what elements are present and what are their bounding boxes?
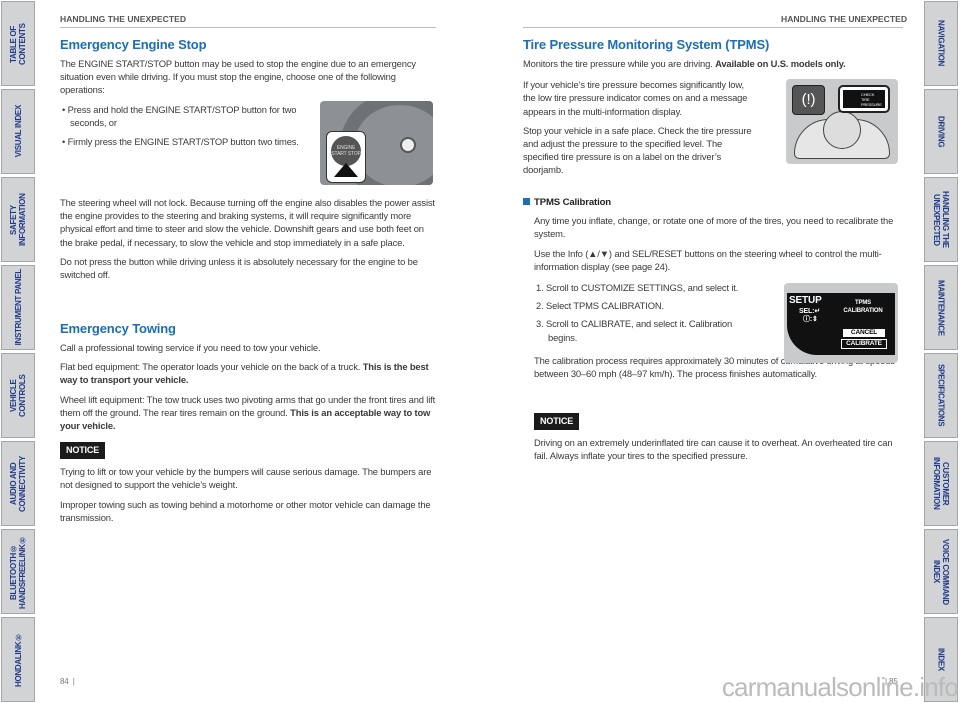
tab-specifications[interactable]: SPECIFICATIONS — [924, 353, 958, 438]
tab-label: CUSTOMER INFORMATION — [932, 457, 950, 510]
tab-maintenance[interactable]: MAINTENANCE — [924, 265, 958, 350]
page-header: HANDLING THE UNEXPECTED — [60, 14, 187, 24]
paragraph: Any time you inflate, change, or rotate … — [534, 215, 894, 240]
tab-voice-command-index[interactable]: VOICE COMMAND INDEX — [924, 529, 958, 614]
section-title: Emergency Engine Stop — [60, 37, 207, 52]
step-item: 3. Scroll to CALIBRATE, and select it. C… — [536, 318, 733, 343]
sel-label: SEL:↵ — [799, 308, 821, 315]
tab-label: INDEX — [936, 648, 946, 671]
emphasis: Available on U.S. models only. — [715, 58, 846, 69]
engine-stop-notes: The steering wheel will not lock. Becaus… — [60, 196, 436, 287]
tab-handling-unexpected[interactable]: HANDLING THE UNEXPECTED — [924, 177, 958, 262]
tab-label: TABLE OF CONTENTS — [9, 22, 27, 65]
calibrate-option: CALIBRATE — [841, 339, 887, 349]
tab-label: VEHICLE CONTROLS — [9, 374, 27, 417]
tab-label: HANDLING THE UNEXPECTED — [932, 191, 950, 248]
tab-label: BLUETOOTH® HANDSFREELINK® — [9, 534, 27, 609]
tab-audio-connectivity[interactable]: AUDIO AND CONNECTIVITY — [1, 441, 35, 526]
paragraph: Call a professional towing service if yo… — [60, 342, 321, 353]
emergency-towing-section: Emergency Towing Call a professional tow… — [60, 321, 436, 530]
tab-safety-information[interactable]: SAFETY INFORMATION — [1, 177, 35, 262]
bullet-item: • Press and hold the ENGINE START/STOP b… — [62, 103, 297, 128]
tpms-calibration-label: TPMS CALIBRATION — [843, 300, 883, 314]
paragraph: Do not press the button while driving un… — [60, 255, 418, 281]
setup-screen-illustration: SETUP SEL:↵ ⓘ:⇕ TPMS CALIBRATION CANCEL … — [784, 283, 898, 363]
tab-label: NAVIGATION — [936, 20, 946, 67]
section-title: Tire Pressure Monitoring System (TPMS) — [523, 37, 770, 52]
header-rule — [60, 27, 436, 28]
tab-vehicle-controls[interactable]: VEHICLE CONTROLS — [1, 353, 35, 438]
tab-bluetooth[interactable]: BLUETOOTH® HANDSFREELINK® — [1, 529, 35, 614]
subsection-title: TPMS Calibration — [523, 196, 903, 209]
engine-button-icon: ENGINE START STOP — [331, 136, 361, 166]
tab-label: MAINTENANCE — [936, 279, 946, 336]
tpms-warning-icon: (!) — [792, 85, 825, 115]
section-title: Emergency Towing — [60, 321, 176, 336]
paragraph: Improper towing such as towing behind a … — [60, 498, 431, 523]
step-item: 1. Scroll to CUSTOMIZE SETTINGS, and sel… — [536, 282, 739, 294]
tab-label: SAFETY INFORMATION — [9, 193, 27, 246]
paragraph: The ENGINE START/STOP button may be used… — [60, 58, 416, 96]
paragraph: Wheel lift equipment: The tow truck uses… — [60, 393, 436, 433]
paragraph: Driving on an extremely underinflated ti… — [534, 437, 893, 462]
paragraph: Trying to lift or tow your vehicle by th… — [60, 466, 432, 491]
paragraph: Stop your vehicle in a safe place. Check… — [523, 124, 752, 176]
page-number-text: 84 — [60, 677, 69, 686]
paragraph: Monitors the tire pressure while you are… — [523, 57, 903, 70]
text: Monitors the tire pressure while you are… — [523, 58, 713, 69]
setup-label: SETUP — [789, 295, 822, 306]
tab-label: VOICE COMMAND INDEX — [932, 538, 950, 605]
page-number: 84 | — [60, 677, 75, 686]
tab-table-of-contents[interactable]: TABLE OF CONTENTS — [1, 1, 35, 86]
tpms-notice: NOTICE Driving on an extremely underinfl… — [534, 413, 904, 468]
info-label: ⓘ:⇕ — [803, 316, 818, 323]
tab-customer-information[interactable]: CUSTOMER INFORMATION — [924, 441, 958, 526]
tab-navigation[interactable]: NAVIGATION — [924, 1, 958, 86]
paragraph: If your vehicle’s tire pressure becomes … — [523, 79, 748, 117]
notice-badge: NOTICE — [60, 442, 106, 460]
tab-visual-index[interactable]: VISUAL INDEX — [1, 89, 35, 174]
step-item: 2. Select TPMS CALIBRATION. — [536, 300, 664, 312]
tab-label: INSTRUMENT PANEL — [13, 269, 23, 346]
tab-label: SPECIFICATIONS — [936, 364, 946, 427]
cluster-message: CHECK TIRE PRESSURE — [843, 90, 885, 108]
tab-label: VISUAL INDEX — [13, 105, 23, 158]
instrument-cluster-illustration: (!) CHECK TIRE PRESSURE — [786, 79, 898, 164]
tab-hondalink[interactable]: HONDALINK® — [1, 617, 35, 702]
page-header: HANDLING THE UNEXPECTED — [781, 14, 908, 24]
header-rule — [523, 27, 903, 28]
tab-driving[interactable]: DRIVING — [924, 89, 958, 174]
notice-badge: NOTICE — [534, 413, 580, 430]
tab-label: HONDALINK® — [13, 632, 23, 687]
tab-instrument-panel[interactable]: INSTRUMENT PANEL — [1, 265, 35, 350]
tab-label: AUDIO AND CONNECTIVITY — [9, 455, 27, 512]
cancel-option: CANCEL — [843, 329, 885, 337]
paragraph: Use the Info (▲/▼) and SEL/RESET buttons… — [534, 247, 882, 272]
watermark: carmanualsonline.info — [721, 672, 959, 702]
bullet-text: Press and hold the ENGINE START/STOP but… — [67, 103, 297, 128]
square-bullet-icon — [523, 198, 530, 205]
subsection-title-text: TPMS Calibration — [534, 197, 612, 208]
hand-press-icon — [334, 163, 358, 177]
paragraph: Flat bed equipment: The operator loads y… — [60, 360, 436, 386]
paragraph: The steering wheel will not lock. Becaus… — [60, 197, 435, 248]
tab-label: DRIVING — [936, 115, 946, 148]
engine-start-stop-illustration: ENGINE START STOP — [320, 101, 433, 185]
bullet-text: Firmly press the ENGINE START/STOP butto… — [67, 136, 299, 148]
bullet-item: • Firmly press the ENGINE START/STOP but… — [62, 136, 299, 148]
text: Flat bed equipment: The operator loads y… — [60, 361, 361, 373]
